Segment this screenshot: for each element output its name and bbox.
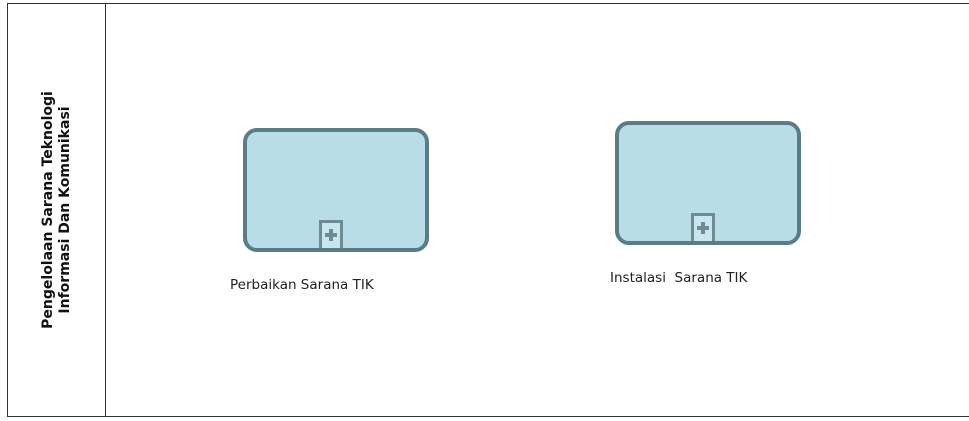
pool: Pengelolaan Sarana Teknologi Informasi D… xyxy=(7,3,969,417)
lane-header: Pengelolaan Sarana Teknologi Informasi D… xyxy=(8,4,106,416)
subprocess-instalasi-sarana-tik[interactable] xyxy=(615,121,801,245)
task-label-perbaikan: Perbaikan Sarana TIK xyxy=(230,277,374,293)
lane-title-line-2: Informasi Dan Komunikasi xyxy=(57,106,73,314)
lane-title-line-1: Pengelolaan Sarana Teknologi xyxy=(40,91,56,329)
plus-icon[interactable] xyxy=(691,213,715,241)
subprocess-perbaikan-sarana-tik[interactable] xyxy=(243,128,429,252)
task-label-instalasi: Instalasi Sarana TIK xyxy=(610,270,748,286)
lane-title: Pengelolaan Sarana Teknologi Informasi D… xyxy=(40,91,74,329)
plus-icon[interactable] xyxy=(319,220,343,248)
